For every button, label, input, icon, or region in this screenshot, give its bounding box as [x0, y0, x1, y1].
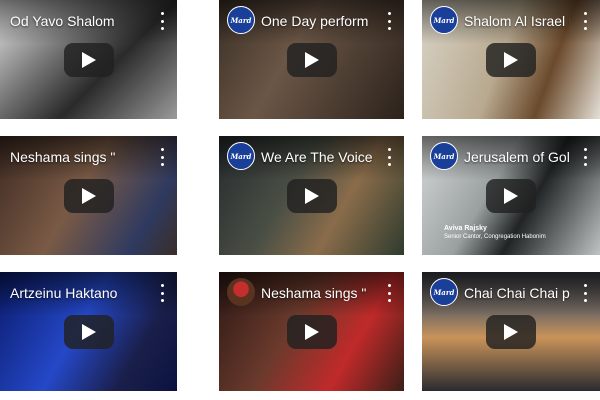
- more-vert-icon[interactable]: [386, 284, 392, 302]
- play-icon: [304, 51, 319, 68]
- play-icon: [81, 323, 96, 340]
- video-tile[interactable]: Mard One Day perform: [219, 0, 404, 119]
- channel-logo-icon[interactable]: Mard: [430, 278, 458, 306]
- play-button[interactable]: [63, 314, 114, 349]
- kebab-dot: [387, 12, 391, 15]
- video-tile[interactable]: Neshama sings ": [219, 272, 404, 391]
- kebab-dot: [160, 163, 164, 166]
- play-button[interactable]: [486, 178, 536, 213]
- kebab-dot: [160, 299, 164, 302]
- more-vert-icon[interactable]: [159, 284, 165, 302]
- kebab-dot: [160, 27, 164, 30]
- video-title[interactable]: Jerusalem of Gol: [464, 149, 570, 165]
- play-icon: [81, 187, 96, 204]
- play-icon: [81, 51, 96, 68]
- kebab-dot: [583, 12, 587, 15]
- more-vert-icon[interactable]: [582, 12, 588, 30]
- more-vert-icon[interactable]: [159, 148, 165, 166]
- video-tile[interactable]: Mard We Are The Voice: [219, 136, 404, 255]
- play-button[interactable]: [486, 42, 536, 77]
- kebab-dot: [583, 19, 587, 23]
- play-icon: [504, 187, 518, 204]
- channel-logo-icon[interactable]: Mard: [430, 142, 458, 170]
- video-title[interactable]: We Are The Voice: [261, 149, 374, 165]
- kebab-dot: [160, 291, 164, 295]
- kebab-dot: [160, 155, 164, 159]
- kebab-dot: [583, 27, 587, 30]
- channel-logo-icon[interactable]: Mard: [227, 142, 255, 170]
- kebab-dot: [387, 19, 391, 23]
- kebab-dot: [583, 291, 587, 295]
- kebab-dot: [583, 163, 587, 166]
- play-button[interactable]: [63, 42, 114, 77]
- kebab-dot: [583, 148, 587, 151]
- video-tile[interactable]: Mard Jerusalem of Gol Aviva Rajsky Senior C…: [422, 136, 600, 255]
- video-title[interactable]: Artzeinu Haktano: [10, 285, 147, 301]
- caption-name: Aviva Rajsky: [444, 225, 487, 232]
- video-caption: Aviva Rajsky Senior Cantor, Congregation …: [444, 225, 546, 241]
- kebab-dot: [583, 284, 587, 287]
- more-vert-icon[interactable]: [386, 12, 392, 30]
- channel-logo-icon[interactable]: Mard: [227, 6, 255, 34]
- kebab-dot: [160, 12, 164, 15]
- more-vert-icon[interactable]: [582, 284, 588, 302]
- kebab-dot: [387, 27, 391, 30]
- video-title[interactable]: One Day perform: [261, 13, 374, 29]
- video-tile[interactable]: Neshama sings ": [0, 136, 177, 255]
- kebab-dot: [387, 148, 391, 151]
- kebab-dot: [387, 155, 391, 159]
- more-vert-icon[interactable]: [159, 12, 165, 30]
- video-title[interactable]: Od Yavo Shalom: [10, 13, 147, 29]
- kebab-dot: [160, 284, 164, 287]
- kebab-dot: [583, 155, 587, 159]
- play-icon: [504, 323, 518, 340]
- play-button[interactable]: [286, 178, 337, 213]
- video-title[interactable]: Chai Chai Chai pe: [464, 285, 570, 301]
- more-vert-icon[interactable]: [582, 148, 588, 166]
- play-button[interactable]: [286, 42, 337, 77]
- kebab-dot: [160, 19, 164, 23]
- video-tile[interactable]: Artzeinu Haktano: [0, 272, 177, 391]
- play-icon: [504, 51, 518, 68]
- video-tile[interactable]: Mard Chai Chai Chai pe: [422, 272, 600, 391]
- play-button[interactable]: [63, 178, 114, 213]
- channel-logo-icon[interactable]: Mard: [430, 6, 458, 34]
- channel-avatar-icon[interactable]: [227, 278, 255, 306]
- play-icon: [304, 187, 319, 204]
- video-title[interactable]: Neshama sings ": [10, 149, 147, 165]
- video-grid: Od Yavo Shalom Mard One Day perform Mard Sha…: [0, 0, 600, 400]
- video-tile[interactable]: Od Yavo Shalom: [0, 0, 177, 119]
- more-vert-icon[interactable]: [386, 148, 392, 166]
- video-title[interactable]: Shalom Al Israel p: [464, 13, 570, 29]
- play-icon: [304, 323, 319, 340]
- video-tile[interactable]: Mard Shalom Al Israel p: [422, 0, 600, 119]
- kebab-dot: [160, 148, 164, 151]
- kebab-dot: [387, 299, 391, 302]
- caption-role: Senior Cantor, Congregation Habonim: [444, 234, 546, 240]
- kebab-dot: [583, 299, 587, 302]
- kebab-dot: [387, 291, 391, 295]
- kebab-dot: [387, 163, 391, 166]
- kebab-dot: [387, 284, 391, 287]
- video-title[interactable]: Neshama sings ": [261, 285, 374, 301]
- play-button[interactable]: [486, 314, 536, 349]
- play-button[interactable]: [286, 314, 337, 349]
